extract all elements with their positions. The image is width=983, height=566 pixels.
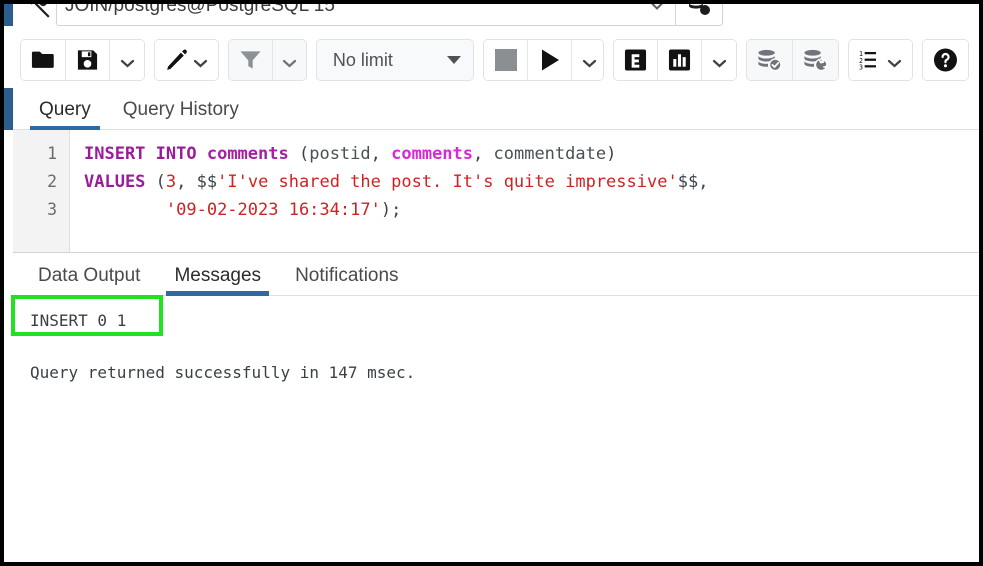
line-number: 1: [47, 144, 57, 163]
rail-segment-tabs: [4, 88, 13, 130]
messages-panel: INSERT 0 1 Query returned successfully i…: [13, 296, 979, 558]
chevron-down-icon: [193, 56, 208, 67]
tab-query-history-label: Query History: [122, 99, 239, 120]
sql-editor[interactable]: 1 2 3 INSERT INTO comments (postid, comm…: [13, 130, 979, 252]
filter-dropdown[interactable]: [272, 40, 306, 80]
open-file-button[interactable]: [21, 40, 67, 80]
rail-segment-top: [4, 4, 13, 26]
result-tab-bar: Data Output Messages Notifications: [13, 252, 979, 296]
stop-query-button[interactable]: [484, 40, 529, 80]
query-tab-bar: Query Query History: [13, 88, 979, 130]
tab-messages-label: Messages: [174, 265, 262, 286]
row-limit-select[interactable]: No limit: [316, 40, 474, 80]
sql-punct: ): [606, 144, 617, 164]
tab-notifications-label: Notifications: [295, 265, 399, 286]
chevron-down-icon: [582, 56, 597, 67]
sql-table-name: comments: [206, 144, 289, 164]
tab-query-label: Query: [39, 99, 91, 120]
connection-status-icon[interactable]: [676, 4, 723, 26]
commit-button[interactable]: [746, 40, 793, 80]
pgadmin-query-tool: JOIN/postgres@PostgreSQL 15 No limit 1 2…: [4, 4, 979, 562]
explain-button-group: [614, 40, 736, 80]
file-button-group: [21, 40, 145, 80]
sql-punct: ,: [176, 172, 197, 192]
tab-data-output[interactable]: Data Output: [30, 265, 148, 295]
row-limit-label: No limit: [332, 49, 393, 70]
code-line-2: VALUES (3, $$'I've shared the post. It's…: [84, 168, 979, 196]
line-number-gutter: 1 2 3: [13, 130, 70, 252]
explain-analyze-button[interactable]: [658, 40, 703, 80]
filter-button-group: [228, 40, 306, 80]
tab-notifications[interactable]: Notifications: [287, 265, 407, 295]
connection-label: JOIN/postgres@PostgreSQL 15: [65, 4, 335, 16]
caret-down-icon: [446, 56, 461, 64]
chevron-down-icon: [282, 56, 297, 67]
sql-code-area[interactable]: INSERT INTO comments (postid, comments, …: [70, 130, 979, 252]
tab-query-history[interactable]: Query History: [114, 99, 248, 129]
macros-group: 1 2 3: [848, 40, 913, 80]
edit-button-group: [155, 40, 218, 80]
sql-indent: [84, 200, 166, 220]
edit-button[interactable]: [155, 40, 218, 80]
line-number: 2: [47, 172, 57, 191]
tab-data-output-label: Data Output: [38, 265, 141, 286]
sql-column-postid: postid: [309, 144, 371, 164]
tab-messages[interactable]: Messages: [166, 265, 269, 296]
line-number: 3: [47, 200, 57, 219]
sql-dollar-quote-close: $$: [677, 172, 699, 192]
stop-square-icon: [494, 49, 517, 71]
explain-dropdown[interactable]: [702, 40, 736, 80]
database-connect-icon: [20, 4, 56, 26]
save-file-button[interactable]: [66, 40, 111, 80]
transaction-button-group: [746, 40, 838, 80]
execute-button-group: [484, 40, 604, 80]
chevron-down-icon: [712, 56, 727, 67]
sql-number: 3: [165, 172, 177, 192]
code-line-3: '09-02-2023 16:34:17');: [84, 196, 979, 224]
sql-punct: (: [145, 172, 166, 192]
connection-select[interactable]: JOIN/postgres@PostgreSQL 15: [56, 4, 676, 26]
connection-bar: JOIN/postgres@PostgreSQL 15: [13, 4, 979, 32]
chevron-down-icon: [120, 56, 135, 67]
tab-query[interactable]: Query: [30, 99, 100, 130]
sql-column-commentdate: commentdate: [493, 144, 607, 164]
svg-text:3: 3: [859, 63, 863, 71]
explain-button[interactable]: [614, 40, 659, 80]
row-limit-group: No limit: [316, 40, 474, 80]
sql-punct: ,: [473, 144, 494, 164]
execute-dropdown[interactable]: [572, 40, 604, 80]
sql-column-comments: comments: [391, 144, 474, 164]
panel-edge-rail: [4, 4, 13, 562]
sql-date-literal: '09-02-2023 16:34:17': [165, 200, 381, 220]
query-toolbar: No limit 1 2 3: [13, 32, 979, 88]
sql-punct: (: [288, 144, 310, 164]
code-line-1: INSERT INTO comments (postid, comments, …: [84, 140, 979, 168]
insert-result-line: INSERT 0 1: [30, 311, 127, 330]
help-group: [923, 40, 968, 80]
sql-punct: ,: [370, 144, 392, 164]
chevron-down-icon: [649, 4, 665, 14]
sql-punct: ,: [698, 172, 709, 192]
rollback-button[interactable]: [792, 40, 838, 80]
sql-keyword: VALUES: [84, 172, 146, 192]
save-dropdown[interactable]: [110, 40, 145, 80]
help-button[interactable]: [923, 40, 968, 80]
macros-button[interactable]: 1 2 3: [848, 40, 913, 80]
filter-button[interactable]: [228, 40, 273, 80]
query-status-line: Query returned successfully in 147 msec.: [30, 363, 416, 382]
chevron-down-icon: [887, 56, 902, 67]
sql-punct: );: [380, 200, 402, 220]
sql-string-literal: 'I've shared the post. It's quite impres…: [217, 172, 678, 192]
sql-keyword: INSERT INTO: [84, 144, 197, 164]
sql-dollar-quote-open: $$: [196, 172, 218, 192]
execute-query-button[interactable]: [528, 40, 573, 80]
